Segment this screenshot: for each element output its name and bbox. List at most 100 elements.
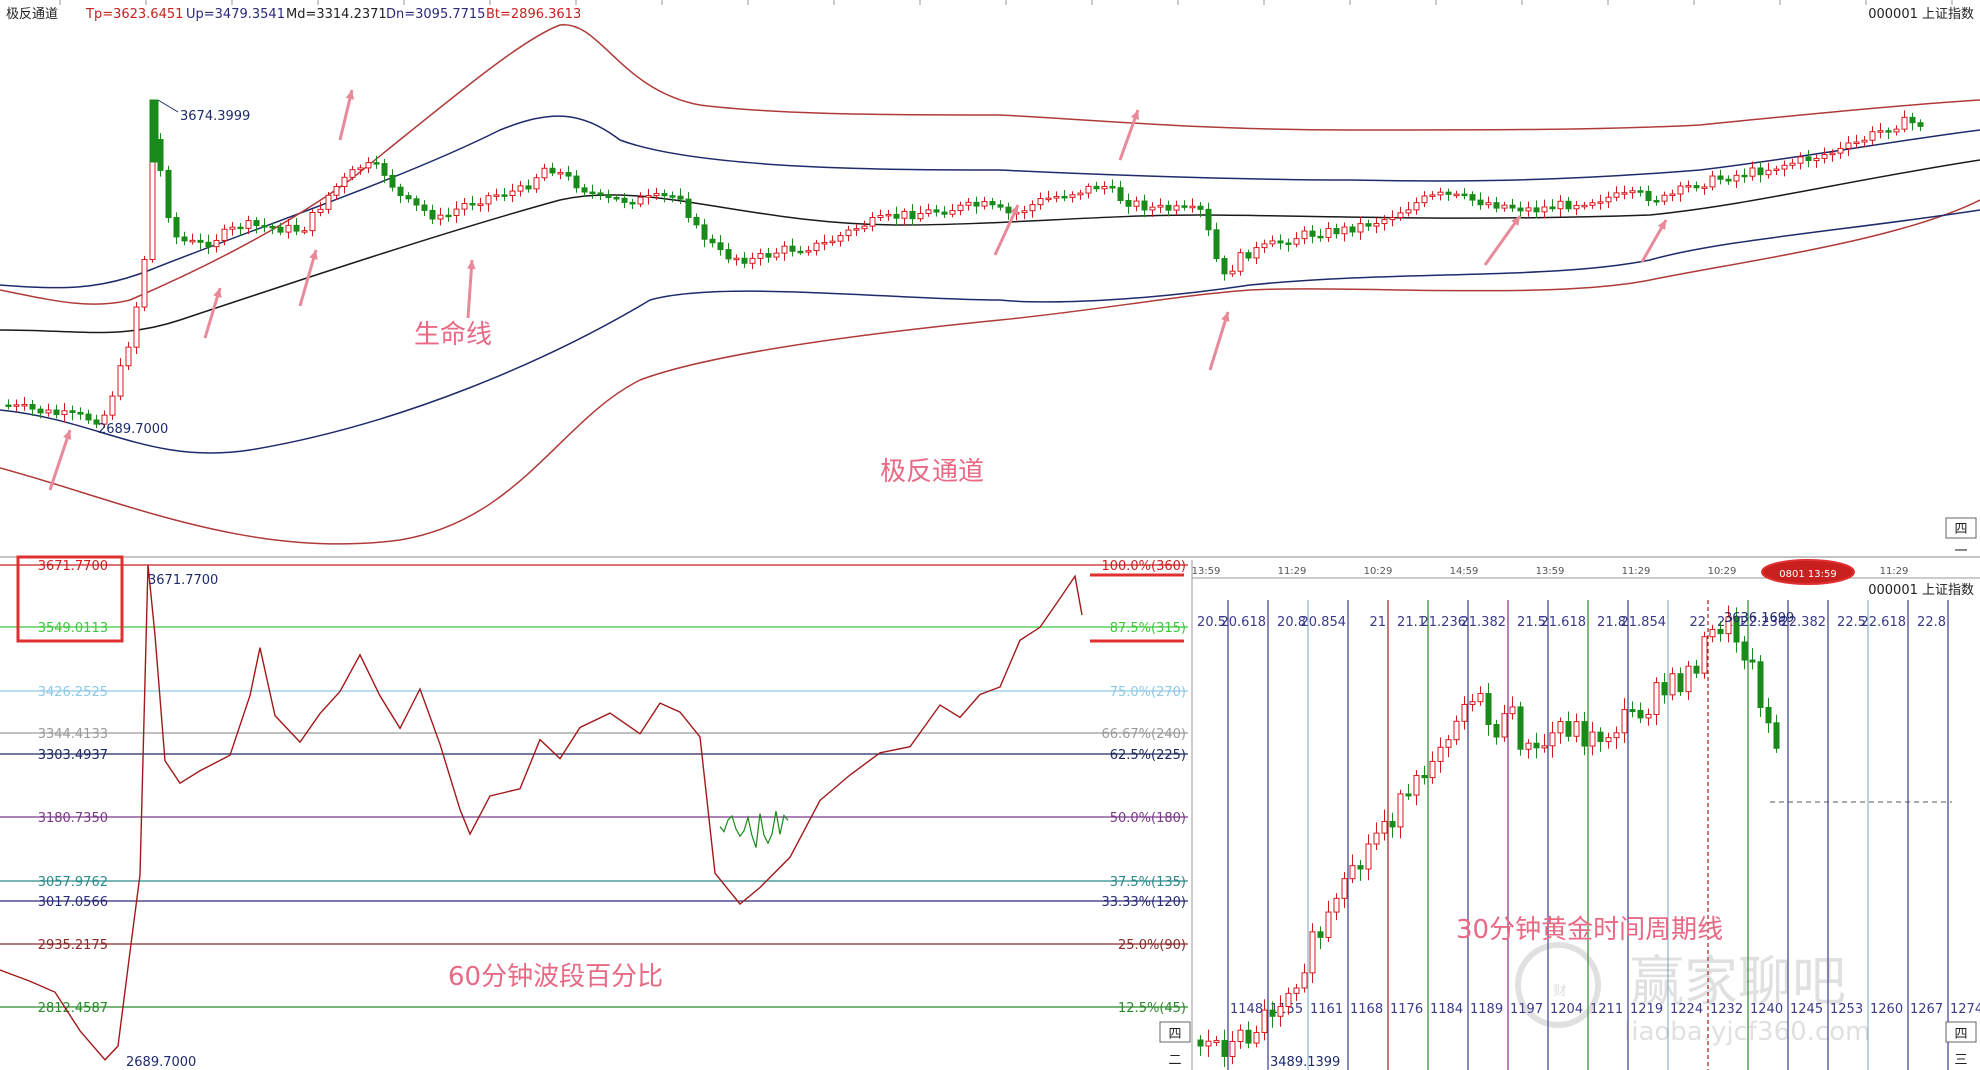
candle-body: [213, 239, 220, 248]
br-candle-body: [1493, 723, 1500, 738]
candle-body: [1677, 185, 1684, 195]
candle-body: [1237, 252, 1244, 272]
candle-body: [717, 242, 724, 251]
bl-corner-mark-1[interactable]: 四: [1168, 1027, 1181, 1042]
candle-body: [885, 213, 892, 217]
candle-body: [1797, 156, 1804, 164]
br-candle-body: [1533, 742, 1540, 749]
candle-body: [1525, 207, 1532, 212]
br-candle-body: [1669, 673, 1676, 696]
cycle-label-bottom: 1148: [1230, 1002, 1263, 1017]
candle-body: [869, 217, 876, 227]
channel-annotation: 极反通道: [880, 457, 984, 487]
top-corner-mark-1[interactable]: 四: [1954, 522, 1967, 537]
candle-body: [509, 190, 516, 197]
candle-body: [1053, 195, 1060, 199]
candle-body: [1269, 240, 1276, 245]
candle-body: [901, 210, 908, 219]
candle-body: [1173, 205, 1180, 211]
br-candle-body: [1413, 774, 1420, 796]
candle-body: [117, 365, 124, 397]
candle-body: [845, 229, 852, 237]
candle-body: [1757, 167, 1764, 176]
cycle-label-bottom: 1184: [1430, 1002, 1463, 1017]
peak-candle: [149, 99, 159, 163]
br-candle-body: [1325, 911, 1332, 938]
level-pct: 100.0%(360): [1101, 559, 1186, 574]
candle-body: [981, 201, 988, 207]
candle-body: [1533, 207, 1540, 213]
level-price: 2812.4587: [38, 1001, 108, 1016]
candle-body: [677, 195, 684, 200]
top-instrument: 000001 上证指数: [1868, 7, 1974, 22]
candle-body: [1901, 116, 1908, 130]
bottom-left-panel: 3671.7700 100.0%(360) 3549.0113 87.5%(315) 3…: [0, 555, 1193, 1070]
candle-body: [1725, 178, 1732, 182]
candle-body: [973, 201, 980, 207]
candle-body: [645, 195, 652, 198]
candle-body: [5, 404, 12, 407]
candle-body: [1749, 167, 1756, 177]
cycle-label-top: 21.236: [1421, 615, 1467, 630]
candle-body: [381, 163, 388, 176]
br-candle-body: [1261, 1009, 1268, 1034]
candle-body: [493, 194, 500, 197]
top-title: 极反通道: [6, 7, 58, 22]
candle-body: [829, 240, 836, 244]
level-pct: 25.0%(90): [1118, 938, 1186, 953]
br-candle-body: [1765, 706, 1772, 724]
candle-body: [1405, 209, 1412, 214]
top-corner-mark-2[interactable]: 一: [1954, 544, 1967, 559]
candle-body: [357, 167, 364, 171]
candle-body: [461, 202, 468, 210]
candle-body: [1909, 116, 1916, 124]
br-candle-body: [1349, 865, 1356, 880]
cycle-label-bottom: 1176: [1390, 1002, 1423, 1017]
candle-body: [1253, 247, 1260, 259]
candle-body: [1621, 192, 1628, 195]
br-candle-body: [1221, 1040, 1228, 1057]
br-time-label: 10:29: [1708, 566, 1737, 577]
br-candle-body: [1285, 992, 1292, 1008]
candle-body: [989, 201, 996, 206]
candle-body: [917, 212, 924, 220]
candle-body: [1285, 242, 1292, 245]
candle-body: [1189, 205, 1196, 209]
candle-body: [437, 214, 444, 220]
br-candle-body: [1589, 731, 1596, 747]
candle-body: [1373, 223, 1380, 227]
br-candle-body: [1373, 832, 1380, 845]
candle-body: [765, 253, 772, 258]
br-time-label: 11:29: [1278, 566, 1307, 577]
br-candle-body: [1605, 737, 1612, 743]
candle-body: [1333, 228, 1340, 235]
bl-corner-mark-2[interactable]: 二: [1168, 1053, 1181, 1068]
candle-body: [269, 225, 276, 229]
br-candle-body: [1213, 1040, 1220, 1044]
br-candle-body: [1573, 721, 1580, 737]
br-candle-body: [1333, 897, 1340, 913]
br-time-label: 13:59: [1536, 566, 1565, 577]
candle-body: [925, 209, 932, 214]
cursor-time: 0801 13:59: [1779, 569, 1836, 580]
candle-body: [685, 198, 692, 218]
candle-body: [1085, 185, 1092, 194]
br-corner-mark-1[interactable]: 四: [1954, 1027, 1967, 1042]
watermark: 财 赢家聊吧 liaoba.yjcf360.com: [1515, 942, 1870, 1047]
candle-body: [165, 169, 172, 219]
candle-body: [1261, 243, 1268, 249]
candle-body: [1133, 200, 1140, 207]
candle-body: [221, 228, 228, 241]
level-pct: 12.5%(45): [1118, 1001, 1186, 1016]
candle-body: [1381, 219, 1388, 225]
candle-body: [53, 409, 60, 416]
candle-body: [909, 210, 916, 220]
candle-body: [277, 226, 284, 233]
candle-body: [1453, 193, 1460, 197]
br-candle-body: [1549, 732, 1556, 747]
br-corner-mark-2[interactable]: 三: [1954, 1053, 1967, 1068]
candle-body: [1821, 154, 1828, 159]
br-candle-body: [1421, 774, 1428, 779]
br-candle-body: [1621, 709, 1628, 734]
br-candle-body: [1485, 693, 1492, 725]
